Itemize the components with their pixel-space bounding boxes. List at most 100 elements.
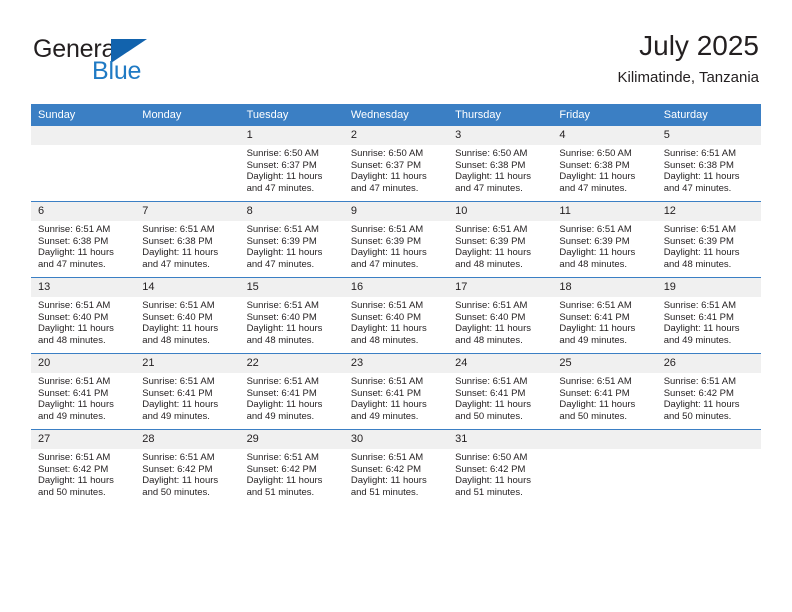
calendar-day-cell[interactable]: 27 Sunrise: 6:51 AM Sunset: 6:42 PM Dayligh…	[31, 429, 136, 505]
calendar-day-cell[interactable]: 17 Sunrise: 6:51 AM Sunset: 6:40 PM Dayligh…	[448, 277, 553, 354]
calendar-day-cell[interactable]: 28 Sunrise: 6:51 AM Sunset: 6:42 PM Dayligh…	[135, 429, 240, 505]
daylight-text-line1: Daylight: 11 hours	[246, 399, 323, 411]
calendar-day-cell-empty	[135, 126, 240, 202]
calendar-day-cell[interactable]: 22 Sunrise: 6:51 AM Sunset: 6:41 PM Dayligh…	[239, 353, 344, 430]
daylight-text-line2: and 47 minutes.	[663, 183, 732, 195]
day-number: 13	[31, 278, 136, 297]
day-details: Sunrise: 6:50 AM Sunset: 6:38 PM Daylight:…	[448, 145, 552, 195]
sunset-text: Sunset: 6:38 PM	[38, 235, 109, 247]
calendar-day-cell-empty	[552, 429, 657, 505]
calendar-week-row: 27 Sunrise: 6:51 AM Sunset: 6:42 PM Dayligh…	[31, 429, 761, 505]
day-details: Sunrise: 6:51 AM Sunset: 6:41 PM Daylight:…	[240, 373, 344, 423]
weekday-header-friday: Friday	[552, 104, 657, 126]
weekday-header-wednesday: Wednesday	[343, 104, 449, 126]
sunset-text: Sunset: 6:38 PM	[559, 159, 630, 171]
sunrise-text: Sunrise: 6:51 AM	[559, 300, 632, 311]
sunset-text: Sunset: 6:42 PM	[455, 463, 526, 475]
calendar-day-cell[interactable]: 26 Sunrise: 6:51 AM Sunset: 6:42 PM Dayligh…	[656, 353, 761, 430]
calendar-day-cell[interactable]: 9 Sunrise: 6:51 AM Sunset: 6:39 PM Daylight…	[343, 201, 449, 278]
weekday-header-monday: Monday	[135, 104, 240, 126]
calendar-day-cell[interactable]: 18 Sunrise: 6:51 AM Sunset: 6:41 PM Dayligh…	[552, 277, 657, 354]
calendar-day-cell[interactable]: 10 Sunrise: 6:51 AM Sunset: 6:39 PM Dayligh…	[448, 201, 553, 278]
calendar-day-cell[interactable]: 3 Sunrise: 6:50 AM Sunset: 6:38 PM Daylight…	[448, 126, 553, 202]
calendar-day-cell[interactable]: 6 Sunrise: 6:51 AM Sunset: 6:38 PM Daylight…	[31, 201, 136, 278]
day-number	[31, 126, 136, 145]
calendar-day-cell[interactable]: 2 Sunrise: 6:50 AM Sunset: 6:37 PM Daylight…	[343, 126, 449, 202]
day-number: 3	[448, 126, 553, 145]
calendar-day-cell[interactable]: 13 Sunrise: 6:51 AM Sunset: 6:40 PM Dayligh…	[31, 277, 136, 354]
day-number	[135, 126, 240, 145]
sunrise-text: Sunrise: 6:51 AM	[246, 376, 319, 387]
sunset-text: Sunset: 6:41 PM	[350, 387, 422, 399]
calendar-day-cell[interactable]: 21 Sunrise: 6:51 AM Sunset: 6:41 PM Dayligh…	[135, 353, 240, 430]
calendar-day-cell[interactable]: 20 Sunrise: 6:51 AM Sunset: 6:41 PM Dayligh…	[31, 353, 136, 430]
sunset-text: Sunset: 6:42 PM	[246, 463, 317, 475]
daylight-text-line2: and 49 minutes.	[38, 411, 106, 423]
calendar-day-cell[interactable]: 12 Sunrise: 6:51 AM Sunset: 6:39 PM Dayligh…	[656, 201, 761, 278]
calendar-day-cell[interactable]: 31 Sunrise: 6:50 AM Sunset: 6:42 PM Dayligh…	[448, 429, 553, 505]
calendar-day-cell-empty	[656, 429, 761, 505]
day-details: Sunrise: 6:51 AM Sunset: 6:39 PM Daylight:…	[657, 221, 761, 271]
day-details: Sunrise: 6:51 AM Sunset: 6:42 PM Daylight:…	[31, 449, 135, 499]
day-details: Sunrise: 6:51 AM Sunset: 6:38 PM Daylight:…	[135, 221, 239, 271]
sunset-text: Sunset: 6:39 PM	[246, 235, 317, 247]
daylight-text-line2: and 49 minutes.	[350, 411, 419, 423]
daylight-text-line2: and 51 minutes.	[455, 487, 523, 499]
daylight-text-line1: Daylight: 11 hours	[350, 247, 427, 259]
calendar-day-cell[interactable]: 8 Sunrise: 6:51 AM Sunset: 6:39 PM Daylight…	[239, 201, 344, 278]
calendar-day-cell[interactable]: 11 Sunrise: 6:51 AM Sunset: 6:39 PM Dayligh…	[552, 201, 657, 278]
calendar-day-cell[interactable]: 23 Sunrise: 6:51 AM Sunset: 6:41 PM Dayligh…	[343, 353, 449, 430]
calendar-day-cell[interactable]: 29 Sunrise: 6:51 AM Sunset: 6:42 PM Dayligh…	[239, 429, 344, 505]
calendar-day-cell[interactable]: 16 Sunrise: 6:51 AM Sunset: 6:40 PM Dayligh…	[343, 277, 449, 354]
calendar-day-cell[interactable]: 15 Sunrise: 6:51 AM Sunset: 6:40 PM Dayligh…	[239, 277, 344, 354]
daylight-text-line1: Daylight: 11 hours	[559, 247, 636, 259]
daylight-text-line2: and 47 minutes.	[559, 183, 628, 195]
day-number: 6	[31, 202, 136, 221]
calendar-day-cell[interactable]: 19 Sunrise: 6:51 AM Sunset: 6:41 PM Dayligh…	[656, 277, 761, 354]
daylight-text-line1: Daylight: 11 hours	[142, 399, 219, 411]
daylight-text-line1: Daylight: 11 hours	[246, 475, 323, 487]
calendar-day-cell[interactable]: 24 Sunrise: 6:51 AM Sunset: 6:41 PM Dayligh…	[448, 353, 553, 430]
daylight-text-line1: Daylight: 11 hours	[663, 247, 740, 259]
daylight-text-line1: Daylight: 11 hours	[246, 247, 323, 259]
daylight-text-line2: and 49 minutes.	[559, 335, 628, 347]
calendar-day-cell[interactable]: 30 Sunrise: 6:51 AM Sunset: 6:42 PM Dayligh…	[343, 429, 449, 505]
day-details: Sunrise: 6:51 AM Sunset: 6:41 PM Daylight:…	[448, 373, 552, 423]
daylight-text-line1: Daylight: 11 hours	[142, 323, 219, 335]
day-number: 8	[239, 202, 344, 221]
day-details: Sunrise: 6:51 AM Sunset: 6:39 PM Daylight:…	[240, 221, 344, 271]
calendar-header-row: Sunday Monday Tuesday Wednesday Thursday Frid…	[31, 104, 761, 126]
day-number: 22	[239, 354, 344, 373]
daylight-text-line1: Daylight: 11 hours	[455, 475, 531, 487]
daylight-text-line2: and 47 minutes.	[455, 183, 523, 195]
day-number: 29	[239, 430, 344, 449]
sunrise-text: Sunrise: 6:51 AM	[142, 224, 215, 235]
daylight-text-line2: and 50 minutes.	[38, 487, 106, 499]
daylight-text-line1: Daylight: 11 hours	[246, 323, 323, 335]
calendar-day-cell[interactable]: 1 Sunrise: 6:50 AM Sunset: 6:37 PM Daylight…	[239, 126, 344, 202]
day-details: Sunrise: 6:50 AM Sunset: 6:38 PM Daylight:…	[552, 145, 656, 195]
day-details: Sunrise: 6:51 AM Sunset: 6:38 PM Daylight:…	[657, 145, 761, 195]
day-details: Sunrise: 6:51 AM Sunset: 6:39 PM Daylight:…	[552, 221, 656, 271]
day-details: Sunrise: 6:51 AM Sunset: 6:38 PM Daylight:…	[31, 221, 135, 271]
calendar-day-cell[interactable]: 25 Sunrise: 6:51 AM Sunset: 6:41 PM Dayligh…	[552, 353, 657, 430]
day-details: Sunrise: 6:51 AM Sunset: 6:39 PM Daylight:…	[448, 221, 552, 271]
day-number: 5	[656, 126, 761, 145]
calendar-day-cell[interactable]: 14 Sunrise: 6:51 AM Sunset: 6:40 PM Dayligh…	[135, 277, 240, 354]
day-number: 9	[343, 202, 449, 221]
sunrise-text: Sunrise: 6:51 AM	[38, 376, 111, 387]
day-details: Sunrise: 6:51 AM Sunset: 6:41 PM Daylight:…	[552, 297, 656, 347]
sunrise-text: Sunrise: 6:51 AM	[142, 452, 215, 463]
day-details: Sunrise: 6:51 AM Sunset: 6:40 PM Daylight:…	[135, 297, 239, 347]
general-blue-logo: General Blue	[33, 37, 163, 87]
day-details: Sunrise: 6:50 AM Sunset: 6:42 PM Daylight:…	[448, 449, 552, 499]
sunset-text: Sunset: 6:37 PM	[350, 159, 422, 171]
day-details: Sunrise: 6:51 AM Sunset: 6:41 PM Daylight:…	[657, 297, 761, 347]
daylight-text-line2: and 47 minutes.	[350, 259, 419, 271]
sunset-text: Sunset: 6:42 PM	[350, 463, 422, 475]
calendar-day-cell[interactable]: 7 Sunrise: 6:51 AM Sunset: 6:38 PM Daylight…	[135, 201, 240, 278]
day-details: Sunrise: 6:51 AM Sunset: 6:40 PM Daylight:…	[344, 297, 448, 347]
sunset-text: Sunset: 6:40 PM	[246, 311, 317, 323]
calendar-day-cell[interactable]: 4 Sunrise: 6:50 AM Sunset: 6:38 PM Daylight…	[552, 126, 657, 202]
calendar-day-cell[interactable]: 5 Sunrise: 6:51 AM Sunset: 6:38 PM Daylight…	[656, 126, 761, 202]
